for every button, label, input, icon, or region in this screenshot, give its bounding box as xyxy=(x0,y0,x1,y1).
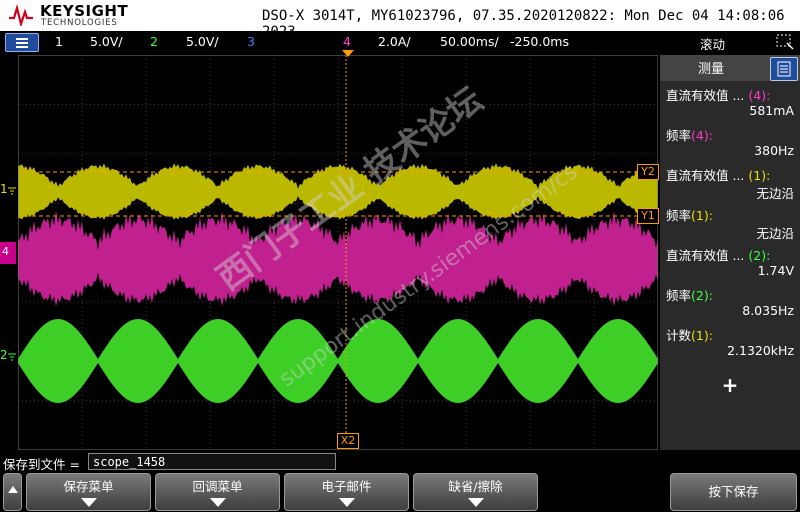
measurement-channel: (1): xyxy=(748,168,771,183)
save-row: 保存到文件 = scope_1458 xyxy=(0,452,800,472)
measurement-value: 581mA xyxy=(749,103,794,118)
measurement-name: 频率 xyxy=(666,128,692,143)
filename-field[interactable]: scope_1458 xyxy=(88,453,336,470)
ch2-ground-marker[interactable]: 2 xyxy=(0,346,18,366)
measurement-label[interactable]: 直流有效值 ... (4): xyxy=(666,85,770,104)
measurement-label[interactable]: 计数(1): xyxy=(666,325,713,344)
email-label: 电子邮件 xyxy=(321,479,372,494)
measurement-panel: 测量 直流有效值 ... (4): 581mA 频率(4): 380Hz 直流有效值 .… xyxy=(660,55,800,450)
ch1-marker-label: 1 xyxy=(0,182,8,196)
down-arrow-icon xyxy=(467,498,484,507)
save-to-file-label: 保存到文件 = xyxy=(3,457,80,472)
measurement-name: 计数 xyxy=(666,328,692,343)
tab-measure[interactable]: 测量 xyxy=(698,58,724,77)
up-arrow-icon xyxy=(7,486,18,493)
measurement-channel: (2): xyxy=(748,248,771,263)
recall-menu-button[interactable]: 回调菜单 xyxy=(155,473,280,511)
down-arrow-icon xyxy=(338,498,355,507)
keysight-logo-icon xyxy=(9,4,33,26)
measurement-label[interactable]: 频率(2): xyxy=(666,285,713,304)
ch1-scale[interactable]: 5.0V/ xyxy=(90,34,123,49)
measurement-value: 2.1320kHz xyxy=(727,343,794,358)
cursor-x2-tag[interactable]: X2 xyxy=(337,433,359,449)
measurement-channel: (1): xyxy=(691,208,713,223)
panel-header: 测量 xyxy=(660,55,800,81)
ch2-marker-label: 2 xyxy=(0,348,8,362)
measurement-name: 频率 xyxy=(666,288,692,303)
header-bar: KEYSIGHT TECHNOLOGIES DSO-X 3014T, MY610… xyxy=(0,0,800,40)
measurement-label[interactable]: 直流有效值 ... (2): xyxy=(666,245,770,264)
timebase[interactable]: 50.00ms/ xyxy=(440,34,499,49)
measurement-name: 直流有效值 ... xyxy=(666,168,749,183)
measurement-channel: (1): xyxy=(691,328,713,343)
delay[interactable]: -250.0ms xyxy=(510,34,569,49)
ch4-number[interactable]: 4 xyxy=(343,34,351,49)
measurement-label[interactable]: 直流有效值 ... (1): xyxy=(666,165,770,184)
measurement-value: 1.74V xyxy=(757,263,794,278)
cursor-y1-tag[interactable]: Y1 xyxy=(637,208,659,224)
save-menu-button[interactable]: 保存菜单 xyxy=(26,473,151,511)
measurement-channel: (4): xyxy=(691,128,713,143)
press-to-save-button[interactable]: 按下保存 xyxy=(670,473,797,511)
measurement-value: 无边沿 xyxy=(756,186,794,201)
cursor-y2-tag[interactable]: Y2 xyxy=(637,164,659,180)
measurement-name: 直流有效值 ... xyxy=(666,248,749,263)
down-arrow-icon xyxy=(209,498,226,507)
softkey-bar: 保存菜单 回调菜单 电子邮件 缺省/擦除 按下保存 xyxy=(0,472,800,512)
measurement-channel: (2): xyxy=(691,288,713,303)
down-arrow-icon xyxy=(80,498,97,507)
default-erase-button[interactable]: 缺省/擦除 xyxy=(413,473,538,511)
press-to-save-label: 按下保存 xyxy=(708,484,759,499)
ch2-scale[interactable]: 5.0V/ xyxy=(186,34,219,49)
recall-menu-label: 回调菜单 xyxy=(192,479,243,494)
measurement-value: 无边沿 xyxy=(756,226,794,241)
measurement-label[interactable]: 频率(4): xyxy=(666,125,713,144)
ch1-number[interactable]: 1 xyxy=(55,34,63,49)
list-icon xyxy=(777,61,791,77)
menu-icon xyxy=(16,38,28,40)
back-button[interactable] xyxy=(3,473,22,511)
channel-bar: 1 5.0V/ 2 5.0V/ 3 4 2.0A/ 50.00ms/ -250.… xyxy=(0,31,800,53)
brand-sub: TECHNOLOGIES xyxy=(41,18,118,28)
email-button[interactable]: 电子邮件 xyxy=(284,473,409,511)
ch4-marker-label: 4 xyxy=(2,245,9,258)
measurement-name: 频率 xyxy=(666,208,692,223)
ch2-number[interactable]: 2 xyxy=(150,34,158,49)
ch4-ground-marker[interactable]: 4 xyxy=(0,240,18,266)
panel-menu-button[interactable] xyxy=(770,57,798,81)
add-measurement-button[interactable]: + xyxy=(660,373,800,397)
ch4-scale[interactable]: 2.0A/ xyxy=(378,34,411,49)
measurement-value: 380Hz xyxy=(754,143,794,158)
ch1-ground-marker[interactable]: 1 xyxy=(0,180,18,200)
trigger-position-icon xyxy=(342,50,354,57)
measurement-name: 直流有效值 ... xyxy=(666,88,749,103)
waveform-canvas[interactable] xyxy=(17,54,659,451)
main-menu-button[interactable] xyxy=(5,33,39,52)
ch3-number[interactable]: 3 xyxy=(247,34,255,49)
measurement-channel: (4): xyxy=(748,88,771,103)
save-menu-label: 保存菜单 xyxy=(63,479,114,494)
default-erase-label: 缺省/擦除 xyxy=(448,479,503,494)
acquisition-mode[interactable]: 滚动 xyxy=(700,34,725,53)
waveform-display[interactable] xyxy=(17,54,659,451)
measurement-label[interactable]: 频率(1): xyxy=(666,205,713,224)
measurement-value: 8.035Hz xyxy=(742,303,794,318)
zoom-select-icon[interactable] xyxy=(775,33,795,51)
